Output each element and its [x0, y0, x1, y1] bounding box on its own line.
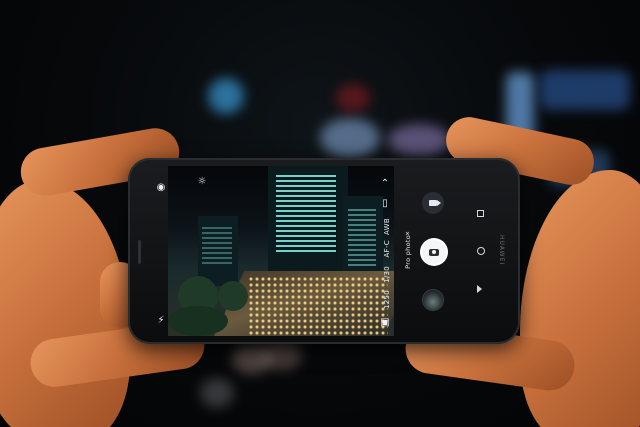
video-icon: [429, 200, 441, 206]
square-icon[interactable]: [477, 210, 484, 217]
bokeh-light: [200, 378, 234, 408]
building-windows: [276, 172, 336, 252]
shutter-speed-setting[interactable]: 1/30: [383, 266, 391, 283]
white-balance-setting[interactable]: AWB: [383, 218, 391, 235]
aperture-icon[interactable]: ◉: [155, 182, 167, 194]
bokeh-light: [540, 70, 630, 110]
flash-off-icon[interactable]: ⚡: [155, 315, 167, 327]
chevron-up-icon[interactable]: ⌃: [379, 178, 391, 190]
exposure-icon[interactable]: ▯: [379, 198, 391, 210]
iso-setting[interactable]: 1250: [383, 290, 391, 309]
trees: [218, 281, 248, 311]
bokeh-light: [320, 118, 380, 158]
focus-setting[interactable]: AF-C: [383, 240, 391, 257]
phone-brand-logo: HUAWEI: [498, 235, 505, 266]
circle-icon[interactable]: [477, 247, 485, 255]
trees: [168, 306, 228, 336]
bokeh-light: [208, 78, 244, 114]
bokeh-light: [388, 124, 450, 156]
phone-earpiece: [138, 240, 141, 264]
photo-scene: ◉ ☼ ⚡ ⌃ ▯ AWB AF-C 1/30 1250 ▣ Pro photo…: [0, 0, 640, 427]
camera-shutter-icon: [429, 248, 439, 256]
building-windows: [348, 206, 376, 266]
bokeh-light: [262, 340, 302, 370]
metering-icon[interactable]: ▣: [379, 317, 391, 329]
bokeh-light: [336, 84, 370, 112]
sun-icon[interactable]: ☼: [196, 176, 208, 188]
camera-viewfinder[interactable]: [168, 166, 394, 336]
shutter-button[interactable]: [422, 240, 446, 264]
video-mode-button[interactable]: [422, 192, 444, 214]
street-lights: [248, 276, 388, 336]
building-windows: [202, 224, 232, 264]
gallery-thumbnail[interactable]: [423, 290, 443, 310]
triangle-back-icon[interactable]: [477, 285, 482, 293]
mode-label[interactable]: Pro photo: [404, 235, 412, 269]
mode-close-button[interactable]: ×: [404, 229, 411, 236]
